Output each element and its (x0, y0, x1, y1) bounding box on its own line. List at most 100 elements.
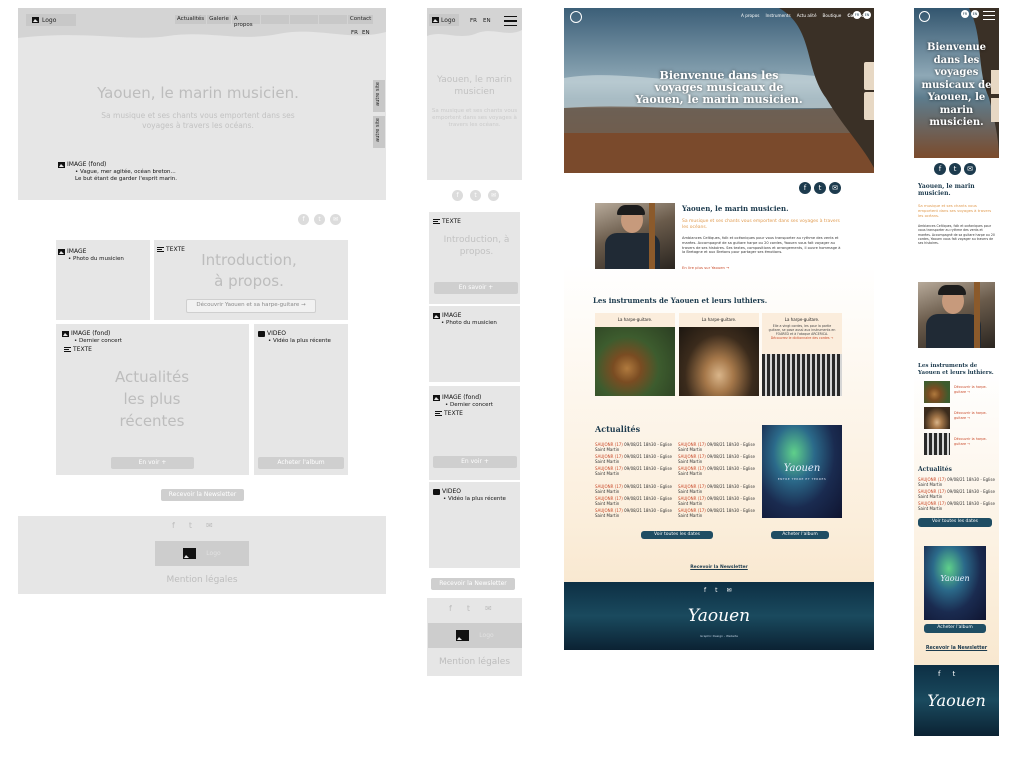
news-item[interactable]: SAUJONR (17) 09/08/21 18h30 - Eglise Sai… (678, 496, 758, 506)
facebook-icon[interactable]: f (799, 182, 811, 194)
news-item[interactable]: SAUJONR (17) 09/08/21 18h30 - Eglise Sai… (678, 484, 758, 494)
facebook-icon[interactable]: f (934, 163, 946, 175)
instrument-card[interactable]: La harpe-guitare. (679, 313, 759, 396)
mock-m-side-tab[interactable] (991, 70, 999, 94)
nav-item-apropos[interactable]: A propos (231, 15, 260, 28)
lang-en[interactable]: EN (483, 18, 491, 24)
wire-m-intro-button[interactable]: En savoir + (434, 282, 518, 294)
wire-m-logo[interactable]: Logo (429, 14, 459, 26)
nav-item-actualite[interactable]: Actu alité (797, 13, 817, 18)
nav-item-empty[interactable] (260, 15, 289, 24)
mail-icon[interactable]: ✉ (330, 214, 341, 225)
hamburger-icon[interactable] (983, 11, 995, 20)
instrument-card[interactable]: La harpe-guitare. (595, 313, 675, 396)
nav-item-apropos[interactable]: A propos (741, 13, 759, 18)
album-button[interactable]: Acheter l'album (771, 531, 829, 539)
wire-footer-logo[interactable]: Logo (155, 541, 249, 566)
instrument-link[interactable]: Découvrez le dictionnaire des cordes → (762, 336, 842, 340)
news-item[interactable]: SAUJONR (17) 09/08/21 18h30 - Eglise Sai… (595, 508, 675, 518)
news-item[interactable]: SAUJONR (17) 09/08/21 18h30 - Eglise Sai… (595, 496, 675, 506)
nav-item-empty[interactable] (289, 15, 318, 24)
wire-news-button[interactable]: En voir + (111, 457, 194, 469)
wire-logo[interactable]: Logo (26, 14, 76, 26)
wire-m-news-button[interactable]: En voir + (433, 456, 517, 468)
album-button[interactable]: Acheter l'album (924, 624, 986, 633)
mail-icon[interactable]: ✉ (829, 182, 841, 194)
lang-fr[interactable]: FR (961, 10, 969, 18)
wire-intro-button[interactable]: Découvrir Yaouen et sa harpe-guitare → (186, 299, 316, 313)
twitter-icon[interactable]: t (814, 182, 826, 194)
wire-m-newsletter-button[interactable]: Recevoir la Newsletter (431, 578, 515, 590)
news-item[interactable]: SAUJONR (17) 09/08/21 18h30 - Eglise Sai… (678, 442, 758, 452)
wire-m-intro-label: TEXTE (433, 218, 461, 225)
wire-legal[interactable]: Mention légales (152, 575, 252, 585)
twitter-icon[interactable]: t (189, 521, 192, 530)
hamburger-icon[interactable] (504, 16, 517, 26)
news-item[interactable]: SAUJONR (17) 09/08/21 18h30 - Eglise Sai… (595, 466, 675, 476)
album-cover[interactable]: Yaouen (924, 546, 986, 620)
wire-m-legal[interactable]: Mention légales (427, 657, 522, 667)
facebook-icon[interactable]: f (452, 190, 463, 201)
nav-item-actualites[interactable]: Actualités (175, 15, 207, 24)
mock-side-tab[interactable] (864, 62, 874, 90)
news-item[interactable]: SAUJONR (17) 09/08/21 18h30 - Eglise Sai… (595, 454, 675, 464)
mail-icon[interactable]: ✉ (488, 190, 499, 201)
mail-icon[interactable]: ✉ (206, 521, 213, 530)
news-item[interactable]: SAUJONR (17) 09/08/21 18h30 - Eglise Sai… (595, 484, 675, 494)
lang-en[interactable]: EN (971, 10, 979, 18)
news-item[interactable]: SAUJONR (17) 09/08/21 18h30 - Eglise Sai… (918, 477, 996, 487)
mock-intro-link[interactable]: En lire plus sur Yaouen → (682, 265, 729, 270)
facebook-icon[interactable]: f (938, 670, 940, 678)
news-item[interactable]: SAUJONR (17) 09/08/21 18h30 - Eglise Sai… (678, 508, 758, 518)
instrument-row[interactable]: Découvrir la harpe-guitare → (924, 381, 996, 403)
wire-newsletter-button[interactable]: Recevoir la Newsletter (161, 489, 244, 501)
nav-item-instruments[interactable]: Instruments (765, 13, 790, 18)
lang-fr[interactable]: FR (470, 18, 477, 24)
newsletter-link[interactable]: Recevoir la Newsletter (684, 565, 754, 570)
instrument-row[interactable]: Découvrir la harpe-guitare → (924, 433, 996, 455)
mail-icon[interactable]: ✉ (485, 604, 492, 613)
nav-item-empty[interactable] (318, 15, 347, 24)
wire-m-footer-logo[interactable]: Logo (428, 623, 522, 648)
mock-footer-logo[interactable]: Yaouen (674, 606, 764, 626)
mock-side-tab[interactable] (864, 92, 874, 120)
wire-side-tab[interactable]: autre site (373, 116, 385, 148)
twitter-icon[interactable]: t (715, 587, 717, 594)
news-item[interactable]: SAUJONR (17) 09/08/21 18h30 - Eglise Sai… (595, 442, 675, 452)
facebook-icon[interactable]: f (172, 521, 175, 530)
twitter-icon[interactable]: t (470, 190, 481, 201)
twitter-icon[interactable]: t (952, 670, 955, 678)
facebook-icon[interactable]: f (298, 214, 309, 225)
nav-item-contact[interactable]: Contact (347, 15, 374, 24)
nav-item-boutique[interactable]: Boutique (823, 13, 842, 18)
mail-icon[interactable]: ✉ (726, 587, 731, 594)
mock-m-logo[interactable] (919, 11, 930, 22)
newsletter-link[interactable]: Recevoir la Newsletter (914, 646, 999, 651)
album-cover[interactable]: Yaouen ENTRE TERRE ET TERRES (762, 425, 842, 518)
mail-icon[interactable]: ✉ (964, 163, 976, 175)
wire-m-hero: Logo FR EN Yaouen, le marin musicien Sa … (427, 8, 522, 180)
nav-item-galerie[interactable]: Galerie (207, 15, 231, 24)
twitter-icon[interactable]: t (467, 604, 470, 613)
news-item[interactable]: SAUJONR (17) 09/08/21 18h30 - Eglise Sai… (678, 454, 758, 464)
dates-button[interactable]: Voir toutes les dates (641, 531, 713, 539)
news-item[interactable]: SAUJONR (17) 09/08/21 18h30 - Eglise Sai… (918, 489, 996, 499)
instrument-card[interactable]: La harpe-guitare. Elle a vingt cordes, l… (762, 313, 842, 396)
facebook-icon[interactable]: f (704, 587, 706, 594)
lang-fr[interactable]: FR (351, 30, 358, 36)
lang-en[interactable]: EN (863, 11, 871, 19)
wire-album-button[interactable]: Acheter l'album (258, 457, 344, 469)
twitter-icon[interactable]: t (314, 214, 325, 225)
news-item[interactable]: SAUJONR (17) 09/08/21 18h30 - Eglise Sai… (918, 501, 996, 511)
facebook-icon[interactable]: f (449, 604, 452, 613)
dates-button[interactable]: Voir toutes les dates (918, 518, 992, 527)
news-item[interactable]: SAUJONR (17) 09/08/21 18h30 - Eglise Sai… (678, 466, 758, 476)
lang-fr[interactable]: FR (853, 11, 861, 19)
mock-logo[interactable] (570, 11, 582, 23)
mock-m-footer-logo[interactable]: Yaouen (914, 691, 999, 710)
wire-side-tab[interactable]: autre site (373, 80, 385, 112)
mock-m-side-tab[interactable] (991, 98, 999, 122)
instrument-row[interactable]: Découvrir la harpe-guitare → (924, 407, 996, 429)
twitter-icon[interactable]: t (949, 163, 961, 175)
lang-en[interactable]: EN (362, 30, 370, 36)
